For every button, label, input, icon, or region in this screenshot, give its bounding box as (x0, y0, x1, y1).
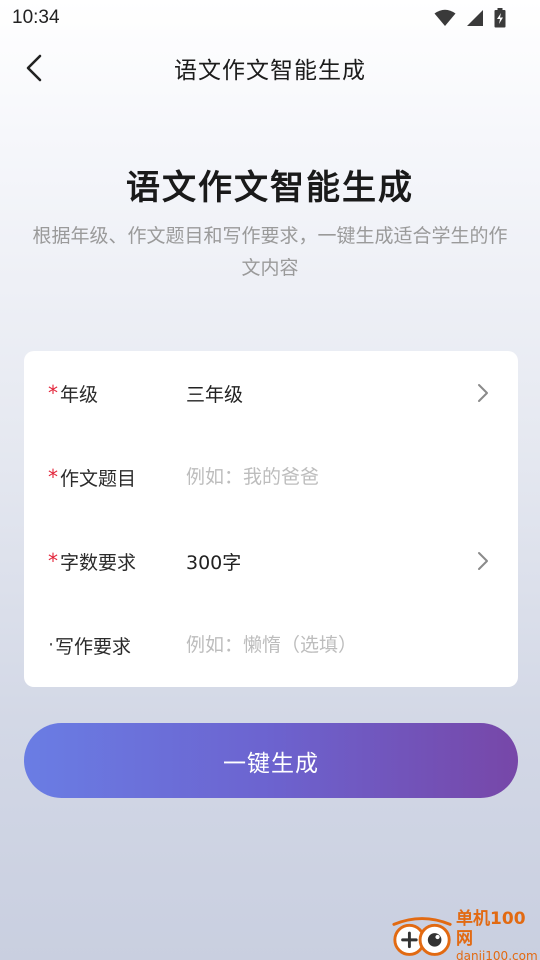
generate-button[interactable]: 一键生成 (24, 723, 518, 798)
title-label-text: 作文题目 (60, 467, 137, 490)
required-mark: * (48, 549, 58, 573)
chevron-left-icon (26, 54, 42, 82)
wifi-icon (434, 9, 456, 26)
watermark-logo-icon (392, 917, 452, 956)
grade-row[interactable]: * 年级 三年级 (24, 351, 518, 435)
back-button[interactable] (14, 48, 54, 88)
required-mark: * (48, 381, 58, 405)
watermark: 单机100网 danji100.com (390, 909, 540, 960)
watermark-url: danji100.com (456, 949, 538, 960)
form-card: * 年级 三年级 * 作文题目 * 字数要求 300字 · 写作要求 (24, 351, 518, 687)
battery-icon (494, 8, 506, 28)
nav-bar: 语文作文智能生成 (0, 40, 540, 96)
watermark-name: 单机100网 (456, 909, 526, 949)
requirement-row: · 写作要求 (24, 603, 518, 687)
grade-value: 三年级 (186, 383, 244, 406)
status-bar: 10:34 (0, 0, 540, 36)
status-icons (434, 8, 506, 28)
essay-title-input[interactable] (186, 466, 476, 488)
title-label: * 作文题目 (48, 464, 136, 491)
word-count-value: 300字 (186, 551, 242, 574)
word-count-label-text: 字数要求 (60, 551, 137, 574)
requirement-label-text: 写作要求 (55, 635, 132, 658)
page-subtitle: 根据年级、作文题目和写作要求，一键生成适合学生的作文内容 (32, 225, 508, 279)
status-time: 10:34 (12, 7, 60, 28)
requirement-input[interactable] (186, 634, 476, 656)
required-mark: * (48, 465, 58, 489)
grade-label: * 年级 (48, 380, 98, 407)
optional-mark: · (48, 634, 55, 656)
page-title: 语文作文智能生成 (126, 168, 414, 208)
chevron-right-icon (478, 384, 488, 402)
watermark-text: 单机100网 danji100.com (456, 909, 540, 960)
word-count-row[interactable]: * 字数要求 300字 (24, 519, 518, 603)
requirement-label: · 写作要求 (48, 632, 131, 659)
title-row: * 作文题目 (24, 435, 518, 519)
chevron-right-icon (478, 552, 488, 570)
grade-label-text: 年级 (60, 383, 99, 406)
nav-title: 语文作文智能生成 (174, 58, 366, 84)
word-count-label: * 字数要求 (48, 548, 136, 575)
signal-icon (467, 10, 483, 26)
